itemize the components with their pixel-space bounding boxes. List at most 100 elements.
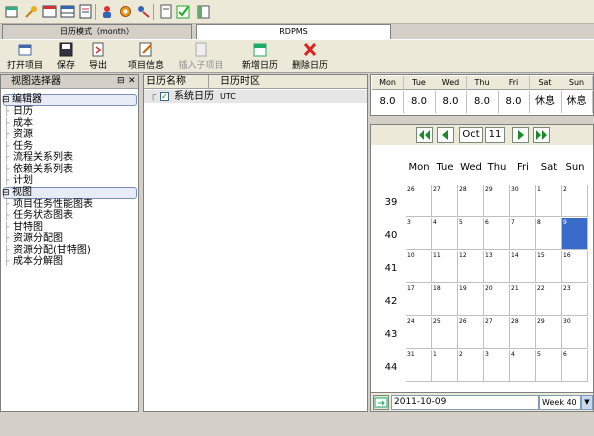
tab-rdpms[interactable]: RDPMS — [196, 24, 391, 39]
day-cell[interactable]: 23 — [562, 284, 588, 316]
day-cell[interactable]: 19 — [458, 284, 484, 316]
day-cell[interactable]: 8 — [536, 218, 562, 250]
pin-icon[interactable]: ⊟ — [117, 76, 125, 87]
next-year-button[interactable] — [533, 127, 550, 143]
tree-item[interactable]: ├ 项目任务性能图表 — [1, 199, 138, 211]
add-calendar-button[interactable]: 新增日历 — [238, 41, 282, 73]
day-cell[interactable]: 22 — [536, 284, 562, 316]
day-cell[interactable]: 17 — [406, 284, 432, 316]
row-checkbox[interactable]: ✓ — [160, 92, 169, 101]
day-cell[interactable]: 3 — [406, 218, 432, 250]
open-project-button[interactable]: 打开项目 — [4, 41, 46, 73]
day-cell[interactable]: 9 — [562, 218, 588, 250]
save-button[interactable]: 保存 — [52, 41, 80, 73]
day-cell[interactable]: 26 — [458, 317, 484, 349]
table-icon[interactable] — [196, 4, 211, 19]
tree-item[interactable]: ├ 成本 — [1, 118, 138, 130]
prev-month-button[interactable] — [437, 127, 454, 143]
next-month-button[interactable] — [512, 127, 529, 143]
delete-calendar-button[interactable]: 删除日历 — [288, 41, 332, 73]
users-icon[interactable] — [100, 4, 115, 19]
tree-group-0[interactable]: ⊟ 编辑器 — [2, 94, 137, 106]
checklist-icon[interactable] — [176, 4, 191, 19]
close-icon[interactable]: ✕ — [128, 76, 136, 87]
window-icon[interactable] — [42, 4, 57, 19]
tree-group-1[interactable]: ⊟ 视图 — [2, 186, 137, 199]
insert-child-project-button[interactable]: 插入子项目 — [174, 41, 228, 73]
work-hours-cell[interactable]: 休息 — [530, 91, 562, 113]
day-cell[interactable]: 29 — [536, 317, 562, 349]
day-cell[interactable]: 10 — [406, 251, 432, 283]
column-header-name[interactable]: 日历名称 — [146, 75, 186, 89]
prev-year-button[interactable] — [416, 127, 433, 143]
day-cell[interactable]: 1 — [432, 350, 458, 382]
collapse-icon[interactable]: ⊟ — [2, 187, 10, 199]
day-cell[interactable]: 20 — [484, 284, 510, 316]
day-cell[interactable]: 30 — [510, 185, 536, 217]
tree-item[interactable]: ├ 日历 — [1, 106, 138, 118]
day-cell[interactable]: 6 — [484, 218, 510, 250]
day-cell[interactable]: 11 — [432, 251, 458, 283]
day-cell[interactable]: 30 — [562, 317, 588, 349]
day-cell[interactable]: 1 — [536, 185, 562, 217]
day-cell[interactable]: 13 — [484, 251, 510, 283]
day-cell[interactable]: 2 — [562, 185, 588, 217]
day-cell[interactable]: 28 — [510, 317, 536, 349]
page-icon[interactable] — [158, 4, 173, 19]
day-cell[interactable]: 3 — [484, 350, 510, 382]
day-cell[interactable]: 15 — [536, 251, 562, 283]
day-cell[interactable]: 7 — [510, 218, 536, 250]
tab-calendar-month[interactable]: 日历模式（month） — [2, 24, 192, 39]
day-cell[interactable]: 2 — [458, 350, 484, 382]
day-cell[interactable]: 27 — [484, 317, 510, 349]
tree-item[interactable]: ├ 依赖关系列表 — [1, 164, 138, 176]
chevron-down-icon[interactable]: ▼ — [581, 395, 593, 410]
day-cell[interactable]: 4 — [432, 218, 458, 250]
gear-icon[interactable] — [118, 4, 133, 19]
work-hours-cell[interactable]: 8.0 — [435, 91, 467, 113]
day-cell[interactable]: 18 — [432, 284, 458, 316]
day-cell[interactable]: 29 — [484, 185, 510, 217]
work-hours-cell[interactable]: 8.0 — [467, 91, 499, 113]
tree-item[interactable]: ├ 成本分解图 — [1, 256, 138, 268]
report-icon[interactable] — [78, 4, 93, 19]
new-icon[interactable] — [4, 4, 19, 19]
tree-item[interactable]: ├ 甘特图 — [1, 222, 138, 234]
grid-icon[interactable] — [60, 4, 75, 19]
day-cell[interactable]: 26 — [406, 185, 432, 217]
day-cell[interactable]: 24 — [406, 317, 432, 349]
table-row[interactable]: ┌ ✓ 系统日历 UTC — [144, 90, 367, 103]
export-button[interactable]: 导出 — [84, 41, 112, 73]
date-field[interactable]: 2011-10-09 — [391, 395, 539, 410]
day-cell[interactable]: 4 — [510, 350, 536, 382]
work-hours-cell[interactable]: 休息 — [561, 91, 593, 113]
day-cell[interactable]: 25 — [432, 317, 458, 349]
week-select[interactable]: Week 40 — [539, 395, 581, 410]
day-cell[interactable]: 28 — [458, 185, 484, 217]
day-cell[interactable]: 16 — [562, 251, 588, 283]
day-cell[interactable]: 31 — [406, 350, 432, 382]
work-hours-cell[interactable]: 8.0 — [498, 91, 530, 113]
tree-item[interactable]: ├ 资源分配图 — [1, 233, 138, 245]
day-cell[interactable]: 5 — [536, 350, 562, 382]
column-header-timezone[interactable]: 日历时区 — [220, 75, 260, 89]
tree-item[interactable]: ├ 资源分配(甘特图) — [1, 245, 138, 257]
tree-item[interactable]: ├ 计划 — [1, 175, 138, 187]
tree-item[interactable]: ├ 流程关系列表 — [1, 152, 138, 164]
tree-item[interactable]: ├ 任务状态图表 — [1, 210, 138, 222]
day-cell[interactable]: 14 — [510, 251, 536, 283]
year-field[interactable]: 11 — [485, 127, 505, 143]
work-hours-cell[interactable]: 8.0 — [404, 91, 436, 113]
key-icon[interactable] — [24, 4, 39, 19]
collapse-icon[interactable]: ⊟ — [2, 94, 10, 106]
work-hours-cell[interactable]: 8.0 — [372, 91, 404, 113]
tree-item[interactable]: ├ 资源 — [1, 129, 138, 141]
tree-item[interactable]: ├ 任务 — [1, 141, 138, 153]
day-cell[interactable]: 27 — [432, 185, 458, 217]
goto-date-button[interactable] — [373, 395, 389, 410]
day-cell[interactable]: 21 — [510, 284, 536, 316]
magic-icon[interactable] — [136, 4, 151, 19]
day-cell[interactable]: 12 — [458, 251, 484, 283]
day-cell[interactable]: 6 — [562, 350, 588, 382]
day-cell[interactable]: 5 — [458, 218, 484, 250]
